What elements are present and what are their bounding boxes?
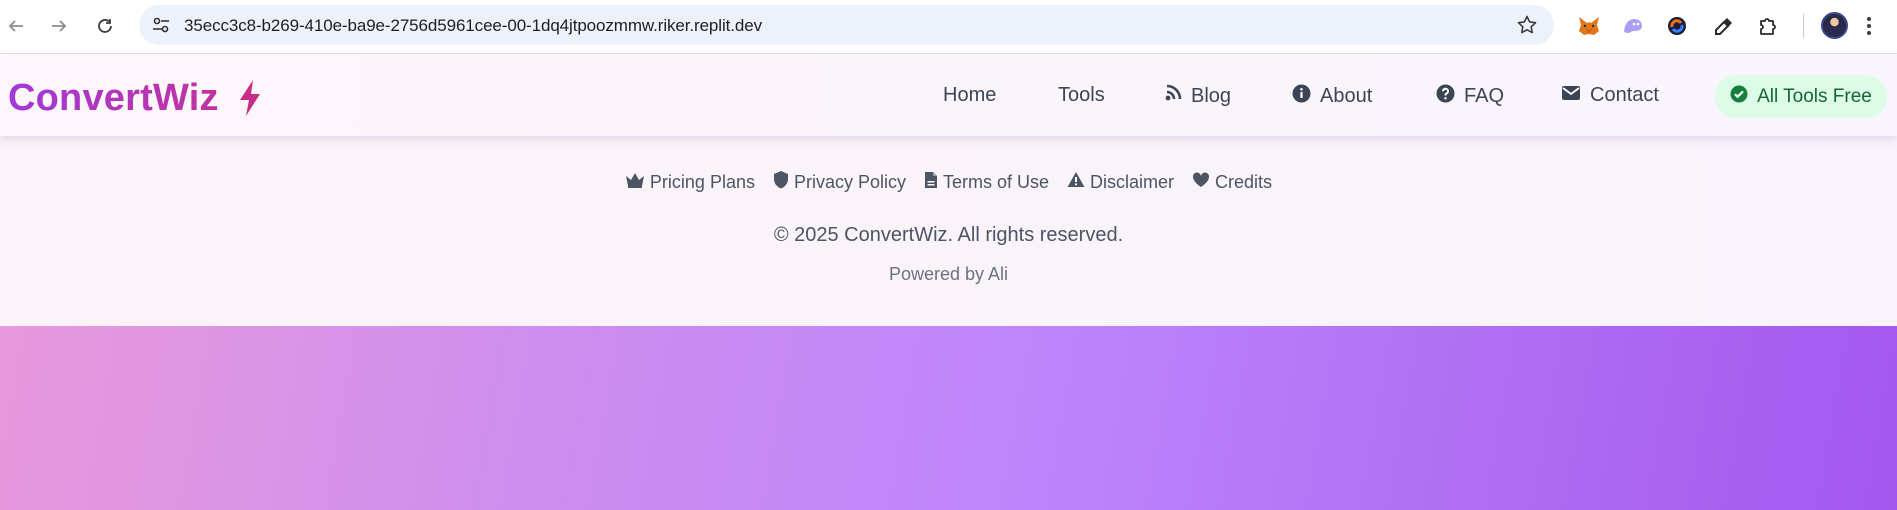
heart-icon xyxy=(1192,171,1210,193)
nav-contact-link[interactable]: Contact xyxy=(1561,84,1659,107)
footer-link-terms[interactable]: Terms of Use xyxy=(924,170,1049,194)
shield-icon xyxy=(773,170,789,194)
footer-link-label: Credits xyxy=(1215,171,1273,192)
footer-link-pricing[interactable]: Pricing Plans xyxy=(625,170,755,194)
badge-label: All Tools Free xyxy=(1757,85,1872,107)
document-icon xyxy=(924,171,938,194)
nav-blog-link[interactable]: Blog xyxy=(1164,84,1231,108)
page-content: ConvertWiz Home Tools Blog About FAQ Con… xyxy=(0,55,1897,510)
metamask-fox-icon[interactable] xyxy=(1576,13,1602,39)
all-tools-free-badge[interactable]: All Tools Free xyxy=(1715,75,1887,118)
nav-tools-label: Tools xyxy=(1058,84,1105,106)
site-info-icon[interactable] xyxy=(151,15,171,40)
eyedropper-icon[interactable] xyxy=(1711,13,1737,39)
footer-link-label: Terms of Use xyxy=(943,171,1050,192)
reload-icon[interactable] xyxy=(91,12,119,40)
nav-about-label: About xyxy=(1320,85,1373,107)
sync-circle-icon[interactable] xyxy=(1664,13,1690,39)
puzzle-extensions-icon[interactable] xyxy=(1755,13,1781,39)
footer-link-disclaimer[interactable]: Disclaimer xyxy=(1067,170,1174,194)
nav-faq-link[interactable]: FAQ xyxy=(1436,84,1504,109)
info-circle-icon xyxy=(1292,84,1311,109)
gradient-hero-section xyxy=(0,326,1897,510)
footer-links: Pricing Plans Privacy Policy Terms of Us… xyxy=(0,170,1897,194)
url-text[interactable]: 35ecc3c8-b269-410e-ba9e-2756d5961cee-00-… xyxy=(184,16,762,36)
copyright-text: © 2025 ConvertWiz. All rights reserved. xyxy=(773,224,1124,246)
powered-by-text: Powered by Ali xyxy=(888,264,1009,284)
nav-home-link[interactable]: Home xyxy=(943,84,996,107)
browser-toolbar: 35ecc3c8-b269-410e-ba9e-2756d5961cee-00-… xyxy=(0,0,1897,54)
back-arrow-icon[interactable] xyxy=(2,12,30,40)
nav-contact-label: Contact xyxy=(1590,84,1659,106)
check-circle-icon xyxy=(1730,85,1748,109)
nav-tools-link[interactable]: Tools xyxy=(1058,84,1105,107)
crown-icon xyxy=(625,172,645,193)
ghost-wallet-icon[interactable] xyxy=(1620,13,1646,39)
footer-link-label: Privacy Policy xyxy=(793,171,906,192)
blog-icon xyxy=(1164,84,1182,108)
site-footer: Pricing Plans Privacy Policy Terms of Us… xyxy=(0,136,1897,326)
bookmark-star-icon[interactable] xyxy=(1516,14,1538,41)
warning-triangle-icon xyxy=(1067,171,1085,193)
forward-arrow-icon[interactable] xyxy=(45,12,73,40)
footer-link-privacy[interactable]: Privacy Policy xyxy=(773,170,906,194)
lightning-bolt-icon xyxy=(237,79,263,122)
nav-faq-label: FAQ xyxy=(1464,85,1505,107)
footer-link-credits[interactable]: Credits xyxy=(1192,170,1272,194)
browser-menu-icon[interactable] xyxy=(1864,13,1874,39)
profile-avatar[interactable] xyxy=(1821,12,1848,39)
envelope-icon xyxy=(1561,84,1581,107)
nav-blog-label: Blog xyxy=(1191,84,1232,107)
footer-link-label: Disclaimer xyxy=(1090,171,1175,192)
site-header: ConvertWiz Home Tools Blog About FAQ Con… xyxy=(0,55,1897,136)
toolbar-divider xyxy=(1803,14,1804,38)
nav-home-label: Home xyxy=(943,84,997,106)
footer-link-label: Pricing Plans xyxy=(649,171,755,192)
brand-logo[interactable]: ConvertWiz xyxy=(8,77,219,120)
address-bar[interactable]: 35ecc3c8-b269-410e-ba9e-2756d5961cee-00-… xyxy=(139,5,1554,45)
question-circle-icon xyxy=(1436,84,1455,109)
nav-about-link[interactable]: About xyxy=(1292,84,1372,109)
